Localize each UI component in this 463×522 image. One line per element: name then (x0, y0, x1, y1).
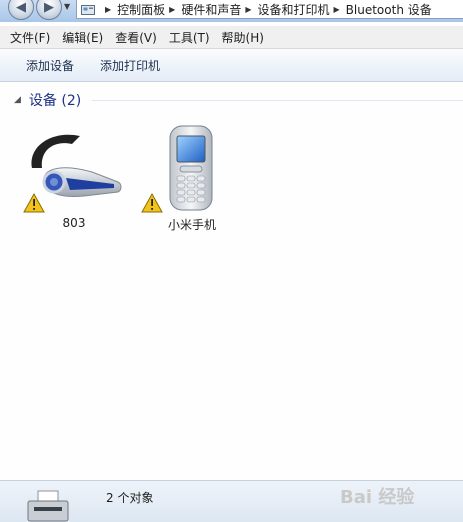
menu-bar: 文件(F) 编辑(E) 查看(V) 工具(T) 帮助(H) (0, 26, 463, 49)
back-arrow-icon: ◀ (16, 0, 26, 15)
breadcrumb-separator-icon[interactable]: ▶ (105, 5, 111, 14)
menu-file[interactable]: 文件(F) (10, 29, 50, 46)
forward-button[interactable]: ▶ (36, 0, 62, 20)
headset-icon (23, 134, 122, 213)
command-bar: 添加设备 添加打印机 (0, 49, 463, 82)
group-divider (92, 100, 463, 101)
title-bar: ◀ ▶ ▼ ▶ 控制面板 ▶ 硬件和声音 ▶ 设备和打印机 ▶ Bluetoot… (0, 0, 463, 22)
device-item-803[interactable]: 803 (22, 124, 126, 232)
breadcrumb-separator-icon[interactable]: ▶ (334, 5, 340, 14)
device-item-xiaomi-phone[interactable]: 小米手机 (140, 124, 244, 232)
status-object-count: 2 个对象 (106, 491, 154, 505)
printer-icon (27, 490, 69, 522)
status-bar: 2 个对象 Bai 经验 (0, 480, 463, 522)
add-printer-button[interactable]: 添加打印机 (100, 57, 160, 74)
forward-arrow-icon: ▶ (44, 0, 54, 15)
menu-tools[interactable]: 工具(T) (169, 29, 210, 46)
menu-edit[interactable]: 编辑(E) (62, 29, 103, 46)
device-label: 小米手机 (167, 218, 216, 232)
menu-view[interactable]: 查看(V) (115, 29, 157, 46)
breadcrumb-separator-icon[interactable]: ▶ (245, 5, 251, 14)
add-device-button[interactable]: 添加设备 (26, 57, 74, 74)
back-button[interactable]: ◀ (8, 0, 34, 20)
mobile-phone-icon (141, 125, 213, 213)
device-list-pane: ◢ 设备 (2) 803 小米手机 (0, 82, 463, 480)
history-dropdown-icon[interactable]: ▼ (64, 2, 70, 11)
breadcrumb-separator-icon[interactable]: ▶ (169, 5, 175, 14)
breadcrumb-devices-printers[interactable]: 设备和打印机 (258, 1, 330, 18)
menu-help[interactable]: 帮助(H) (222, 29, 264, 46)
group-title: 设备 (2) (28, 93, 82, 109)
control-panel-icon (81, 4, 95, 15)
device-label: 803 (62, 216, 86, 230)
breadcrumb-control-panel[interactable]: 控制面板 (117, 1, 165, 18)
group-header-devices[interactable]: ◢ 设备 (2) (14, 90, 81, 110)
watermark-logo: Bai 经验 (340, 487, 415, 508)
breadcrumb-bluetooth-devices[interactable]: Bluetooth 设备 (346, 1, 432, 18)
breadcrumb-hardware-sound[interactable]: 硬件和声音 (181, 1, 241, 18)
collapse-triangle-icon[interactable]: ◢ (14, 95, 21, 105)
address-bar[interactable]: ▶ 控制面板 ▶ 硬件和声音 ▶ 设备和打印机 ▶ Bluetooth 设备 (76, 0, 463, 19)
